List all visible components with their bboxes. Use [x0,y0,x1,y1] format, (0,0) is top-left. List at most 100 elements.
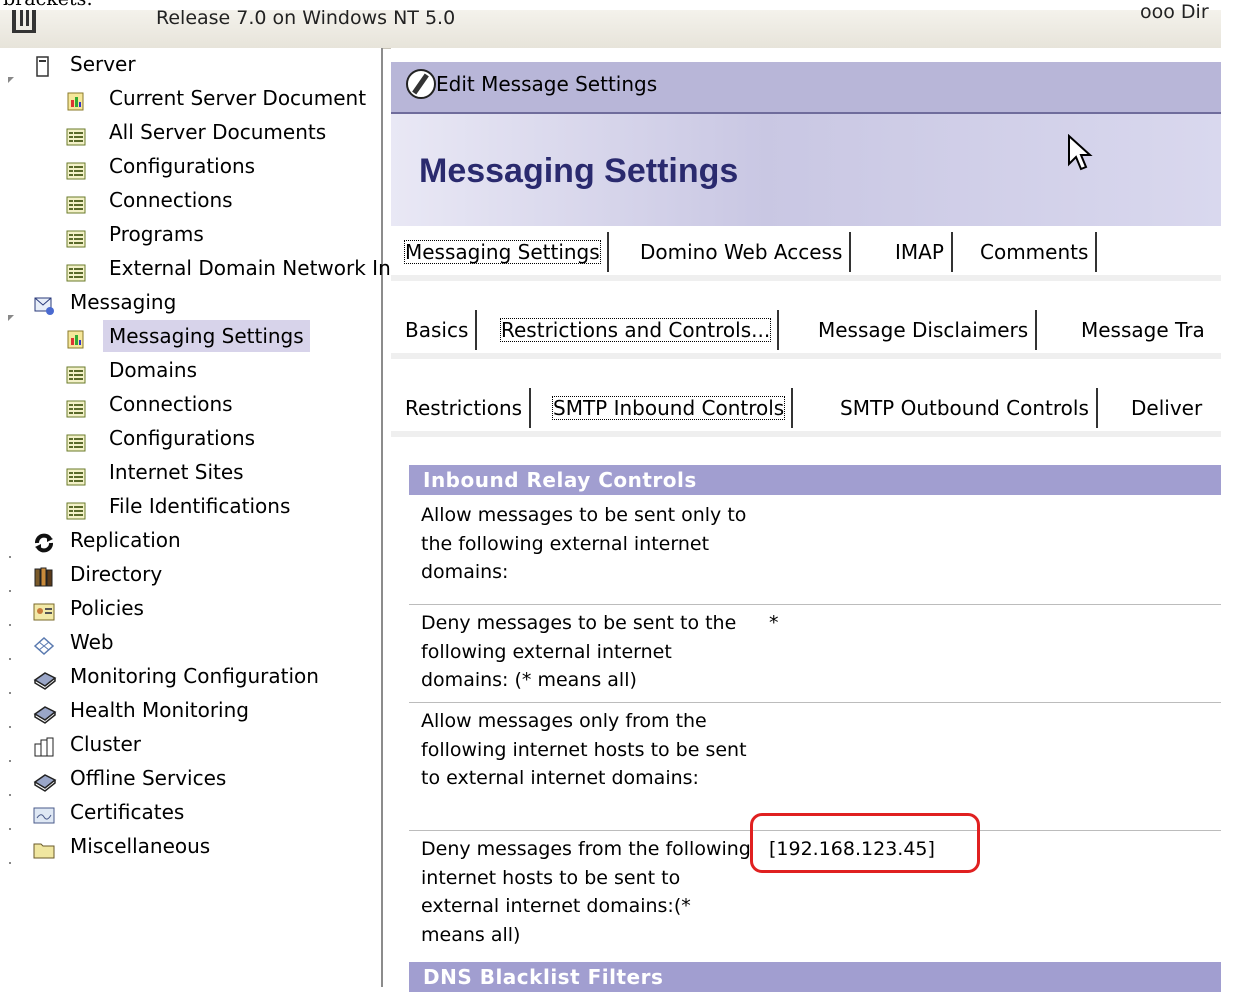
row-value[interactable]: * [769,609,779,637]
table-row: Deny messages from the following interne… [409,813,1221,959]
tree-item-label: File Identifications [109,494,291,518]
view-icon [66,395,86,418]
tab-tabs1-0[interactable]: Messaging Settings [398,232,609,272]
view-icon [66,463,86,486]
expanded-twisty-icon[interactable] [8,298,14,321]
tab-tabs2-0[interactable]: Basics [398,310,478,350]
tab-tabs3-3[interactable]: Deliver [1124,388,1209,428]
domino-logo-icon [12,10,36,33]
tree-item-label: Health Monitoring [70,698,249,722]
title-strip: Release 7.0 on Windows NT 5.0 ooo Dir [0,1,1221,49]
tree-item-label: Replication [70,528,181,552]
table-row: Allow messages to be sent only to the fo… [409,497,1221,605]
tree-item-label: Current Server Document [109,86,367,110]
tree-item-label: Programs [109,222,204,246]
tab-label: SMTP Outbound Controls [840,396,1089,420]
tab-label: Domino Web Access [640,240,843,264]
tab-label: Restrictions [405,396,523,420]
tab-row-divider [391,275,1221,281]
tree-item-label: Offline Services [70,766,227,790]
row-label: Deny messages from the following interne… [421,838,751,946]
row-label: Allow messages only from the following i… [421,710,747,789]
view-icon [66,225,86,248]
tab-tabs2-2[interactable]: Message Disclaimers [811,310,1038,350]
tab-label: Basics [405,318,469,342]
view-icon [66,429,86,452]
edit-pen-icon[interactable] [406,69,436,99]
tab-tabs1-1[interactable]: Domino Web Access [633,232,852,272]
view-icon [66,123,86,146]
section-header-dns-blacklist: DNS Blacklist Filters [409,962,1221,992]
tree-item-label: Connections [109,392,233,416]
top-text: brackets: [3,0,93,10]
collapsed-twisty-icon[interactable] [8,672,14,694]
collapsed-twisty-icon[interactable] [8,842,14,864]
directory-icon [33,565,53,587]
tree-item-label: Certificates [70,800,185,824]
tab-tabs2-3[interactable]: Message Tra [1074,310,1212,350]
web-icon [33,633,55,656]
tree-item-label: Messaging Settings [103,320,310,352]
edit-message-settings-button[interactable]: Edit Message Settings [436,72,657,96]
tree-item-label: Web [70,630,114,654]
tree-item-label: Miscellaneous [70,834,211,858]
collapsed-twisty-icon[interactable] [8,604,14,626]
messaging-icon [33,293,54,315]
collapsed-twisty-icon[interactable] [8,536,14,558]
page-header: Messaging Settings [391,114,1221,226]
tab-tabs3-1[interactable]: SMTP Inbound Controls [546,388,794,428]
tree-item-label: External Domain Network Inf [109,256,398,280]
collapsed-twisty-icon[interactable] [8,706,14,728]
tab-tabs3-2[interactable]: SMTP Outbound Controls [833,388,1098,428]
document-icon [66,327,86,349]
collapsed-twisty-icon[interactable] [8,808,14,830]
policies-icon [33,599,55,621]
view-icon [66,259,86,282]
expanded-twisty-icon[interactable] [8,60,14,83]
view-icon [66,497,86,520]
window-edge [1221,0,1233,987]
book-icon [33,701,57,724]
row-label: Allow messages to be sent only to the fo… [421,504,747,583]
release-text: Release 7.0 on Windows NT 5.0 [156,7,456,29]
navigation-tree: Server Current Server Document All Server … [0,48,398,987]
collapsed-twisty-icon[interactable] [8,740,14,762]
tree-item-label: Connections [109,188,233,212]
tree-item-label: Cluster [70,732,141,756]
tab-label: Message Disclaimers [818,318,1029,342]
tab-label: Restrictions and Controls... [499,318,772,342]
tab-label: SMTP Inbound Controls [551,396,786,420]
tab-tabs3-0[interactable]: Restrictions [398,388,532,428]
tab-label: Messaging Settings [404,240,601,264]
tree-item-label: Configurations [109,154,256,178]
tab-tabs1-2[interactable]: IMAP [888,232,953,272]
tab-tabs2-1[interactable]: Restrictions and Controls... [494,310,780,350]
collapsed-twisty-icon[interactable] [8,774,14,796]
view-icon [66,361,86,384]
section-header-inbound-relay: Inbound Relay Controls [409,465,1221,495]
tree-item-label: Internet Sites [109,460,244,484]
tab-row-divider [391,431,1221,437]
tab-label: IMAP [895,240,944,264]
view-icon [66,191,86,214]
cut-off-text: ooo Dir [1140,1,1209,23]
collapsed-twisty-icon[interactable] [8,570,14,592]
tab-label: Message Tra [1081,318,1205,342]
view-icon [66,157,86,180]
tab-row-divider [391,353,1221,359]
table-row: Deny messages to be sent to the followin… [409,605,1221,703]
certificate-icon [33,803,55,824]
tree-item-label: Directory [70,562,163,586]
tree-item-label: Domains [109,358,198,382]
tree-item-label: Policies [70,596,144,620]
server-icon [33,55,53,77]
folder-icon [33,837,55,859]
collapsed-twisty-icon[interactable] [8,638,14,660]
tree-item-label: Messaging [70,290,177,314]
content-pane: Edit Message Settings Messaging Settings… [391,48,1221,992]
tab-label: Deliver [1131,396,1203,420]
tree-item-label: Monitoring Configuration [70,664,319,688]
tab-tabs1-3[interactable]: Comments [973,232,1098,272]
book-icon [33,667,57,690]
table-row: Allow messages only from the following i… [409,703,1221,831]
